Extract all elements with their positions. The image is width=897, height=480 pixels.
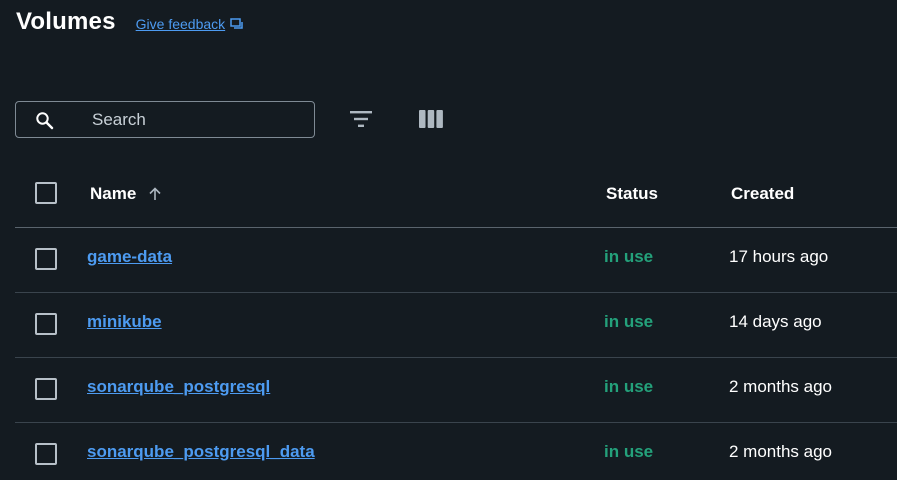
give-feedback-label: Give feedback xyxy=(135,16,226,32)
column-header-name[interactable]: Name xyxy=(90,184,162,204)
table-row: game-data in use 17 hours ago xyxy=(15,228,897,293)
table-row: minikube in use 14 days ago xyxy=(15,293,897,358)
columns-icon[interactable] xyxy=(418,108,444,130)
column-header-name-label: Name xyxy=(90,184,137,203)
page-title: Volumes xyxy=(16,8,116,35)
volumes-table: Name Status Created game-data in use 17 … xyxy=(15,162,897,480)
volume-name-link[interactable]: game-data xyxy=(87,247,172,267)
row-checkbox[interactable] xyxy=(35,313,57,335)
column-header-status[interactable]: Status xyxy=(606,184,658,204)
page-header: Volumes Give feedback xyxy=(16,8,244,36)
row-checkbox[interactable] xyxy=(35,248,57,270)
created-time: 2 months ago xyxy=(729,442,833,461)
created-time: 14 days ago xyxy=(729,312,822,331)
select-all-checkbox[interactable] xyxy=(35,182,57,204)
status-badge: in use xyxy=(604,377,654,396)
volume-name-link[interactable]: sonarqube_postgresql_data xyxy=(87,442,315,462)
feedback-icon xyxy=(230,18,244,30)
status-badge: in use xyxy=(604,312,654,331)
column-header-created[interactable]: Created xyxy=(731,184,794,204)
search-icon xyxy=(35,111,55,131)
give-feedback-link[interactable]: Give feedback xyxy=(136,16,245,32)
row-checkbox[interactable] xyxy=(35,378,57,400)
status-badge: in use xyxy=(604,247,654,266)
created-time: 17 hours ago xyxy=(729,247,829,266)
toolbar xyxy=(15,100,443,139)
table-row: sonarqube_postgresql in use 2 months ago xyxy=(15,358,897,423)
volume-name-link[interactable]: sonarqube_postgresql xyxy=(87,377,270,397)
table-header-row: Name Status Created xyxy=(15,162,897,228)
volume-name-link[interactable]: minikube xyxy=(87,312,162,332)
search-box[interactable] xyxy=(15,101,315,138)
sort-arrow-up-icon[interactable] xyxy=(148,187,162,201)
filter-icon[interactable] xyxy=(349,109,373,129)
table-row: sonarqube_postgresql_data in use 2 month… xyxy=(15,423,897,480)
row-checkbox[interactable] xyxy=(35,443,57,465)
volumes-page: Volumes Give feedback Search Name Status… xyxy=(0,0,897,480)
status-badge: in use xyxy=(604,442,654,461)
created-time: 2 months ago xyxy=(729,377,833,396)
search-input[interactable] xyxy=(92,102,302,137)
